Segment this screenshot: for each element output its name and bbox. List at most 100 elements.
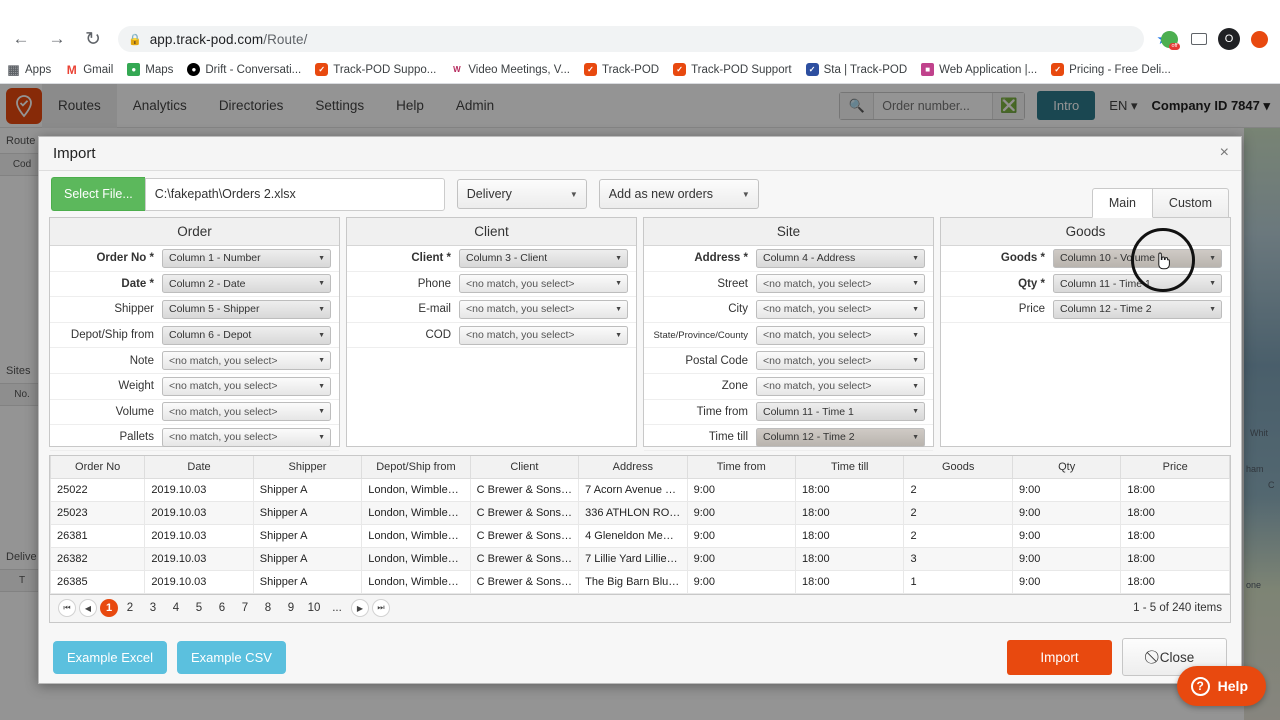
close-icon[interactable]: × <box>1220 145 1229 161</box>
table-cell: C Brewer & Sons Lt... <box>469 569 580 594</box>
tab-custom[interactable]: Custom <box>1152 188 1229 218</box>
column-header[interactable]: Date <box>144 456 254 479</box>
column-select-dropdown[interactable]: Column 3 - Client ▼ <box>459 248 628 268</box>
bookmark-pricing[interactable]: ✓ Pricing - Free Deli... <box>1044 56 1178 84</box>
column-select-dropdown[interactable]: Column 6 - Depot ▼ <box>162 325 331 345</box>
table-cell: 9:00 <box>1011 500 1122 525</box>
reload-icon[interactable]: ↻ <box>78 24 108 54</box>
bookmark-trackpod[interactable]: ✓ Track-POD <box>577 56 666 84</box>
page-number[interactable]: 4 <box>167 599 185 617</box>
column-header[interactable]: Order No <box>49 456 146 479</box>
page-number[interactable]: 10 <box>305 599 323 617</box>
page-number[interactable]: 3 <box>144 599 162 617</box>
bookmark-trackpod-support-2[interactable]: ✓ Track-POD Support <box>666 56 799 84</box>
table-row[interactable]: 26385 2019.10.03 Shipper A London, Wimbledo… <box>49 569 1230 594</box>
first-page-icon[interactable]: ⏮ <box>58 599 76 617</box>
column-select-dropdown[interactable]: <no match, you select> ▼ <box>162 402 331 422</box>
column-select-value: Column 5 - Shipper <box>169 303 260 316</box>
page-number[interactable]: 1 <box>100 599 118 617</box>
column-header[interactable]: Shipper <box>252 456 363 479</box>
screen-capture-icon[interactable] <box>1186 26 1212 52</box>
next-page-icon[interactable]: ▶ <box>351 599 369 617</box>
column-select-value: Column 12 - Time 2 <box>763 431 855 444</box>
bookmark-maps[interactable]: ● Maps <box>120 56 180 84</box>
example-csv-button[interactable]: Example CSV <box>176 640 286 674</box>
back-arrow-icon[interactable]: ← <box>6 24 36 54</box>
bookmark-web-application[interactable]: ■ Web Application |... <box>914 56 1044 84</box>
page-number[interactable]: 7 <box>236 599 254 617</box>
column-select-dropdown[interactable]: Column 11 - Time 1 ▼ <box>756 402 925 422</box>
tab-main[interactable]: Main <box>1091 188 1153 218</box>
import-button[interactable]: Import <box>1007 639 1112 675</box>
table-row[interactable]: 25022 2019.10.03 Shipper A London, Wimbledo… <box>49 477 1230 502</box>
column-select-dropdown[interactable]: <no match, you select> ▼ <box>162 376 331 396</box>
mapping-row: Time till Column 12 - Time 2 ▼ <box>644 425 933 451</box>
modal-title: Import <box>53 145 96 162</box>
file-path-field[interactable]: C:\fakepath\Orders 2.xlsx <box>144 177 445 211</box>
column-select-dropdown[interactable]: <no match, you select> ▼ <box>459 274 628 294</box>
column-header[interactable]: Depot/Ship from <box>361 456 471 479</box>
column-header[interactable]: Client <box>469 456 580 479</box>
page-number[interactable]: 8 <box>259 599 277 617</box>
field-label: City <box>728 303 748 316</box>
bookmark-drift[interactable]: ● Drift - Conversati... <box>180 56 308 84</box>
help-widget-button[interactable]: ? Help <box>1176 666 1266 706</box>
column-select-dropdown[interactable]: Column 10 - Volume ▼ <box>1053 248 1222 268</box>
bookmark-apps[interactable]: ▦ Apps <box>0 56 58 84</box>
select-file-button[interactable]: Select File... <box>51 177 145 211</box>
column-select-dropdown[interactable]: <no match, you select> ▼ <box>162 351 331 371</box>
panel-goods: Goods Goods * Column 10 - Volume ▼ Qty * Colu… <box>940 217 1231 447</box>
column-select-dropdown[interactable]: <no match, you select> ▼ <box>756 351 925 371</box>
bookmark-video-meetings[interactable]: W Video Meetings, V... <box>443 56 577 84</box>
delivery-type-dropdown[interactable]: Delivery ▼ <box>456 179 587 209</box>
chevron-down-icon: ▼ <box>318 280 325 288</box>
bookmark-trackpod-support-1[interactable]: ✓ Track-POD Suppo... <box>308 56 443 84</box>
chevron-down-icon: ▼ <box>741 189 750 199</box>
field-label: Phone <box>417 277 451 290</box>
page-number[interactable]: 5 <box>190 599 208 617</box>
column-select-dropdown[interactable]: Column 12 - Time 2 ▼ <box>1053 299 1222 319</box>
column-select-dropdown[interactable]: <no match, you select> ▼ <box>459 299 628 319</box>
table-row[interactable]: 26382 2019.10.03 Shipper A London, Wimbledo… <box>49 546 1230 571</box>
bookmark-gmail[interactable]: M Gmail <box>58 56 120 84</box>
column-select-dropdown[interactable]: Column 2 - Date ▼ <box>162 274 331 294</box>
field-label: Time till <box>708 431 748 444</box>
page-number[interactable]: ... <box>328 599 346 617</box>
column-select-dropdown[interactable]: Column 5 - Shipper ▼ <box>162 299 331 319</box>
column-header[interactable]: Qty <box>1011 456 1122 479</box>
mapping-row: Volume <no match, you select> ▼ <box>50 400 339 426</box>
example-excel-button[interactable]: Example Excel <box>53 640 167 674</box>
table-row[interactable]: 26381 2019.10.03 Shipper A London, Wimbledo… <box>49 523 1230 548</box>
extension-red-icon[interactable] <box>1246 26 1272 52</box>
column-select-dropdown[interactable]: <no match, you select> ▼ <box>756 376 925 396</box>
avatar[interactable]: O <box>1216 26 1242 52</box>
column-header[interactable]: Address <box>578 456 688 479</box>
page-number[interactable]: 9 <box>282 599 300 617</box>
column-select-dropdown[interactable]: <no match, you select> ▼ <box>459 325 628 345</box>
column-header[interactable]: Time from <box>686 456 797 479</box>
column-header[interactable]: Time till <box>795 456 905 479</box>
extension-green-icon[interactable] <box>1156 26 1182 52</box>
page-number[interactable]: 2 <box>121 599 139 617</box>
column-select-dropdown[interactable]: Column 12 - Time 2 ▼ <box>756 427 925 447</box>
forward-arrow-icon[interactable]: → <box>42 24 72 54</box>
column-select-value: Column 11 - Time 1 <box>1060 277 1151 290</box>
column-header[interactable]: Price <box>1120 456 1230 479</box>
last-page-icon[interactable]: ⏭ <box>372 599 390 617</box>
column-select-dropdown[interactable]: <no match, you select> ▼ <box>162 427 331 447</box>
column-select-dropdown[interactable]: <no match, you select> ▼ <box>756 274 925 294</box>
prev-page-icon[interactable]: ◀ <box>79 599 97 617</box>
trackpod-icon: ✓ <box>673 63 687 76</box>
import-mode-dropdown[interactable]: Add as new orders ▼ <box>598 179 759 209</box>
table-row[interactable]: 25023 2019.10.03 Shipper A London, Wimbledo… <box>49 500 1230 525</box>
column-select-dropdown[interactable]: <no match, you select> ▼ <box>756 299 925 319</box>
table-cell: 2019.10.03 <box>144 500 254 525</box>
column-select-dropdown[interactable]: Column 1 - Number ▼ <box>162 248 331 268</box>
column-header[interactable]: Goods <box>903 456 1013 479</box>
column-select-dropdown[interactable]: Column 4 - Address ▼ <box>756 248 925 268</box>
address-bar[interactable]: 🔒 app.track-pod.com/Route/ ★ <box>118 26 1170 52</box>
page-number[interactable]: 6 <box>213 599 231 617</box>
column-select-dropdown[interactable]: Column 11 - Time 1 ▼ <box>1053 274 1222 294</box>
bookmark-sta-trackpod[interactable]: ✓ Sta | Track-POD <box>799 56 915 84</box>
column-select-dropdown[interactable]: <no match, you select> ▼ <box>756 325 925 345</box>
